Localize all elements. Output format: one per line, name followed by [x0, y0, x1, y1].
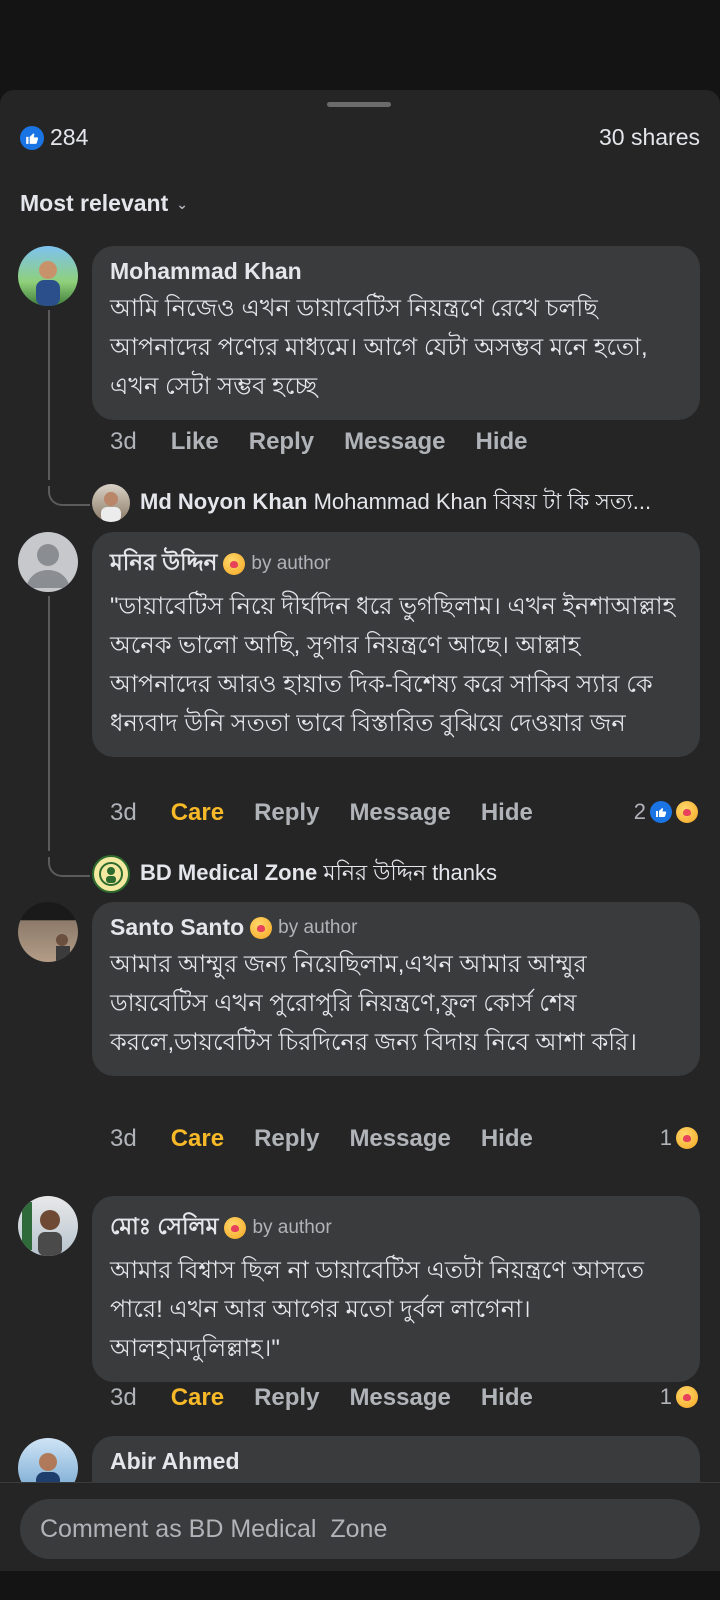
- comment-time[interactable]: 3d: [110, 1384, 137, 1412]
- comment-text: "ডায়াবেটিস নিয়ে দীর্ঘদিন ধরে ভুগছিলাম।…: [110, 593, 676, 737]
- comment-time[interactable]: 3d: [110, 799, 137, 827]
- comment-bubble[interactable]: মনির উদ্দিন by author "ডায়াবেটিস নিয়ে …: [92, 532, 700, 757]
- hide-button[interactable]: Hide: [481, 1384, 533, 1412]
- shares-count[interactable]: 30 shares: [599, 124, 700, 151]
- avatar[interactable]: [18, 1196, 78, 1256]
- reaction-count: 284: [50, 124, 89, 150]
- reaction-summary[interactable]: 284: [20, 124, 88, 151]
- comment-text: আমি নিজেও এখন ডায়াবেটিস নিয়ন্ত্রণে রেখ…: [110, 295, 648, 400]
- comment-bubble[interactable]: Abir Ahmed: [92, 1436, 700, 1482]
- sort-label: Most relevant: [20, 190, 169, 216]
- thread-line: [48, 596, 50, 851]
- comment-reactions[interactable]: 2: [634, 799, 698, 825]
- reply-button[interactable]: Reply: [249, 428, 314, 456]
- reply-text: মনির উদ্দিন thanks: [323, 859, 498, 885]
- reply-author[interactable]: Md Noyon Khan: [140, 489, 307, 514]
- comment-author-row: মনির উদ্দিন by author: [110, 544, 682, 583]
- reply-button[interactable]: Reply: [254, 799, 319, 827]
- avatar[interactable]: [18, 1438, 78, 1482]
- comment-reactions[interactable]: 1: [660, 1125, 698, 1151]
- message-button[interactable]: Message: [349, 1384, 450, 1412]
- comment-author[interactable]: Mohammad Khan: [110, 258, 682, 285]
- hide-button[interactable]: Hide: [475, 428, 527, 456]
- author-badge: by author: [251, 552, 331, 574]
- clipped-comment: Abir Ahmed: [0, 1428, 720, 1482]
- like-button[interactable]: Like: [171, 428, 219, 456]
- comment-bubble[interactable]: মোঃ সেলিম by author আমার বিশ্বাস ছিল না …: [92, 1196, 700, 1382]
- comment-actions: 3d Like Reply Message Hide: [110, 428, 558, 456]
- reply-author[interactable]: BD Medical Zone: [140, 860, 317, 885]
- comment-time[interactable]: 3d: [110, 1125, 137, 1153]
- care-button[interactable]: Care: [171, 1125, 224, 1153]
- comment-composer: [0, 1482, 720, 1571]
- kiss-emoji-icon: [224, 1216, 247, 1239]
- reply-button[interactable]: Reply: [254, 1125, 319, 1153]
- author-badge: by author: [252, 1216, 332, 1238]
- comment-author[interactable]: Abir Ahmed: [110, 1448, 682, 1475]
- thread-elbow: [48, 857, 90, 877]
- kiss-emoji-icon: [223, 552, 246, 575]
- reaction-count: 1: [659, 1384, 672, 1409]
- comment-bubble[interactable]: Mohammad Khan আমি নিজেও এখন ডায়াবেটিস ন…: [92, 246, 700, 420]
- comment-author[interactable]: Santo Santo: [110, 914, 244, 941]
- kiss-emoji-icon: [250, 916, 273, 939]
- reaction-count: 2: [633, 799, 646, 824]
- comment-actions: 3d Care Reply Message Hide: [110, 799, 563, 827]
- reply-button[interactable]: Reply: [254, 1384, 319, 1412]
- comment-reactions[interactable]: 1: [660, 1384, 698, 1410]
- comment-author-row: মোঃ সেলিম by author: [110, 1208, 682, 1247]
- comment-actions: 3d Care Reply Message Hide: [110, 1125, 563, 1153]
- reaction-count: 1: [659, 1125, 672, 1150]
- thread-elbow: [48, 486, 90, 506]
- kiss-emoji-icon: [676, 801, 698, 823]
- reply-preview[interactable]: Md Noyon Khan Mohammad Khan বিষয় টা কি …: [92, 484, 651, 522]
- reply-text: Mohammad Khan বিষয় টা কি সত্য...: [313, 488, 652, 514]
- comment-text: আমার আম্মুর জন্য নিয়েছিলাম,এখন আমার আম্…: [110, 951, 637, 1056]
- comment-author-row: Santo Santo by author: [110, 914, 682, 941]
- avatar[interactable]: [92, 484, 130, 522]
- comment-author[interactable]: মনির উদ্দিন: [110, 544, 217, 583]
- care-button[interactable]: Care: [171, 799, 224, 827]
- message-button[interactable]: Message: [349, 799, 450, 827]
- drag-handle[interactable]: [327, 102, 391, 107]
- thread-line: [48, 310, 50, 480]
- kiss-emoji-icon: [676, 1386, 698, 1408]
- comment-bubble[interactable]: Santo Santo by author আমার আম্মুর জন্য ন…: [92, 902, 700, 1076]
- avatar[interactable]: [18, 902, 78, 962]
- avatar[interactable]: [18, 246, 78, 306]
- comment-author[interactable]: মোঃ সেলিম: [110, 1208, 218, 1247]
- hide-button[interactable]: Hide: [481, 799, 533, 827]
- like-icon: [650, 801, 672, 823]
- chevron-down-icon: ⌄: [176, 196, 188, 212]
- author-badge: by author: [278, 916, 358, 938]
- comment-input[interactable]: [20, 1499, 700, 1559]
- kiss-emoji-icon: [676, 1127, 698, 1149]
- message-button[interactable]: Message: [344, 428, 445, 456]
- comment-actions: 3d Care Reply Message Hide: [110, 1384, 563, 1412]
- avatar[interactable]: [92, 855, 130, 893]
- comment-text: আমার বিশ্বাস ছিল না ডায়াবেটিস এতটা নিয়…: [110, 1257, 644, 1362]
- comment-time[interactable]: 3d: [110, 428, 137, 456]
- avatar[interactable]: [18, 532, 78, 592]
- sort-dropdown[interactable]: Most relevant ⌄: [20, 190, 188, 217]
- message-button[interactable]: Message: [349, 1125, 450, 1153]
- hide-button[interactable]: Hide: [481, 1125, 533, 1153]
- care-button[interactable]: Care: [171, 1384, 224, 1412]
- reply-preview[interactable]: BD Medical Zone মনির উদ্দিন thanks: [92, 855, 497, 893]
- like-icon: [20, 125, 44, 150]
